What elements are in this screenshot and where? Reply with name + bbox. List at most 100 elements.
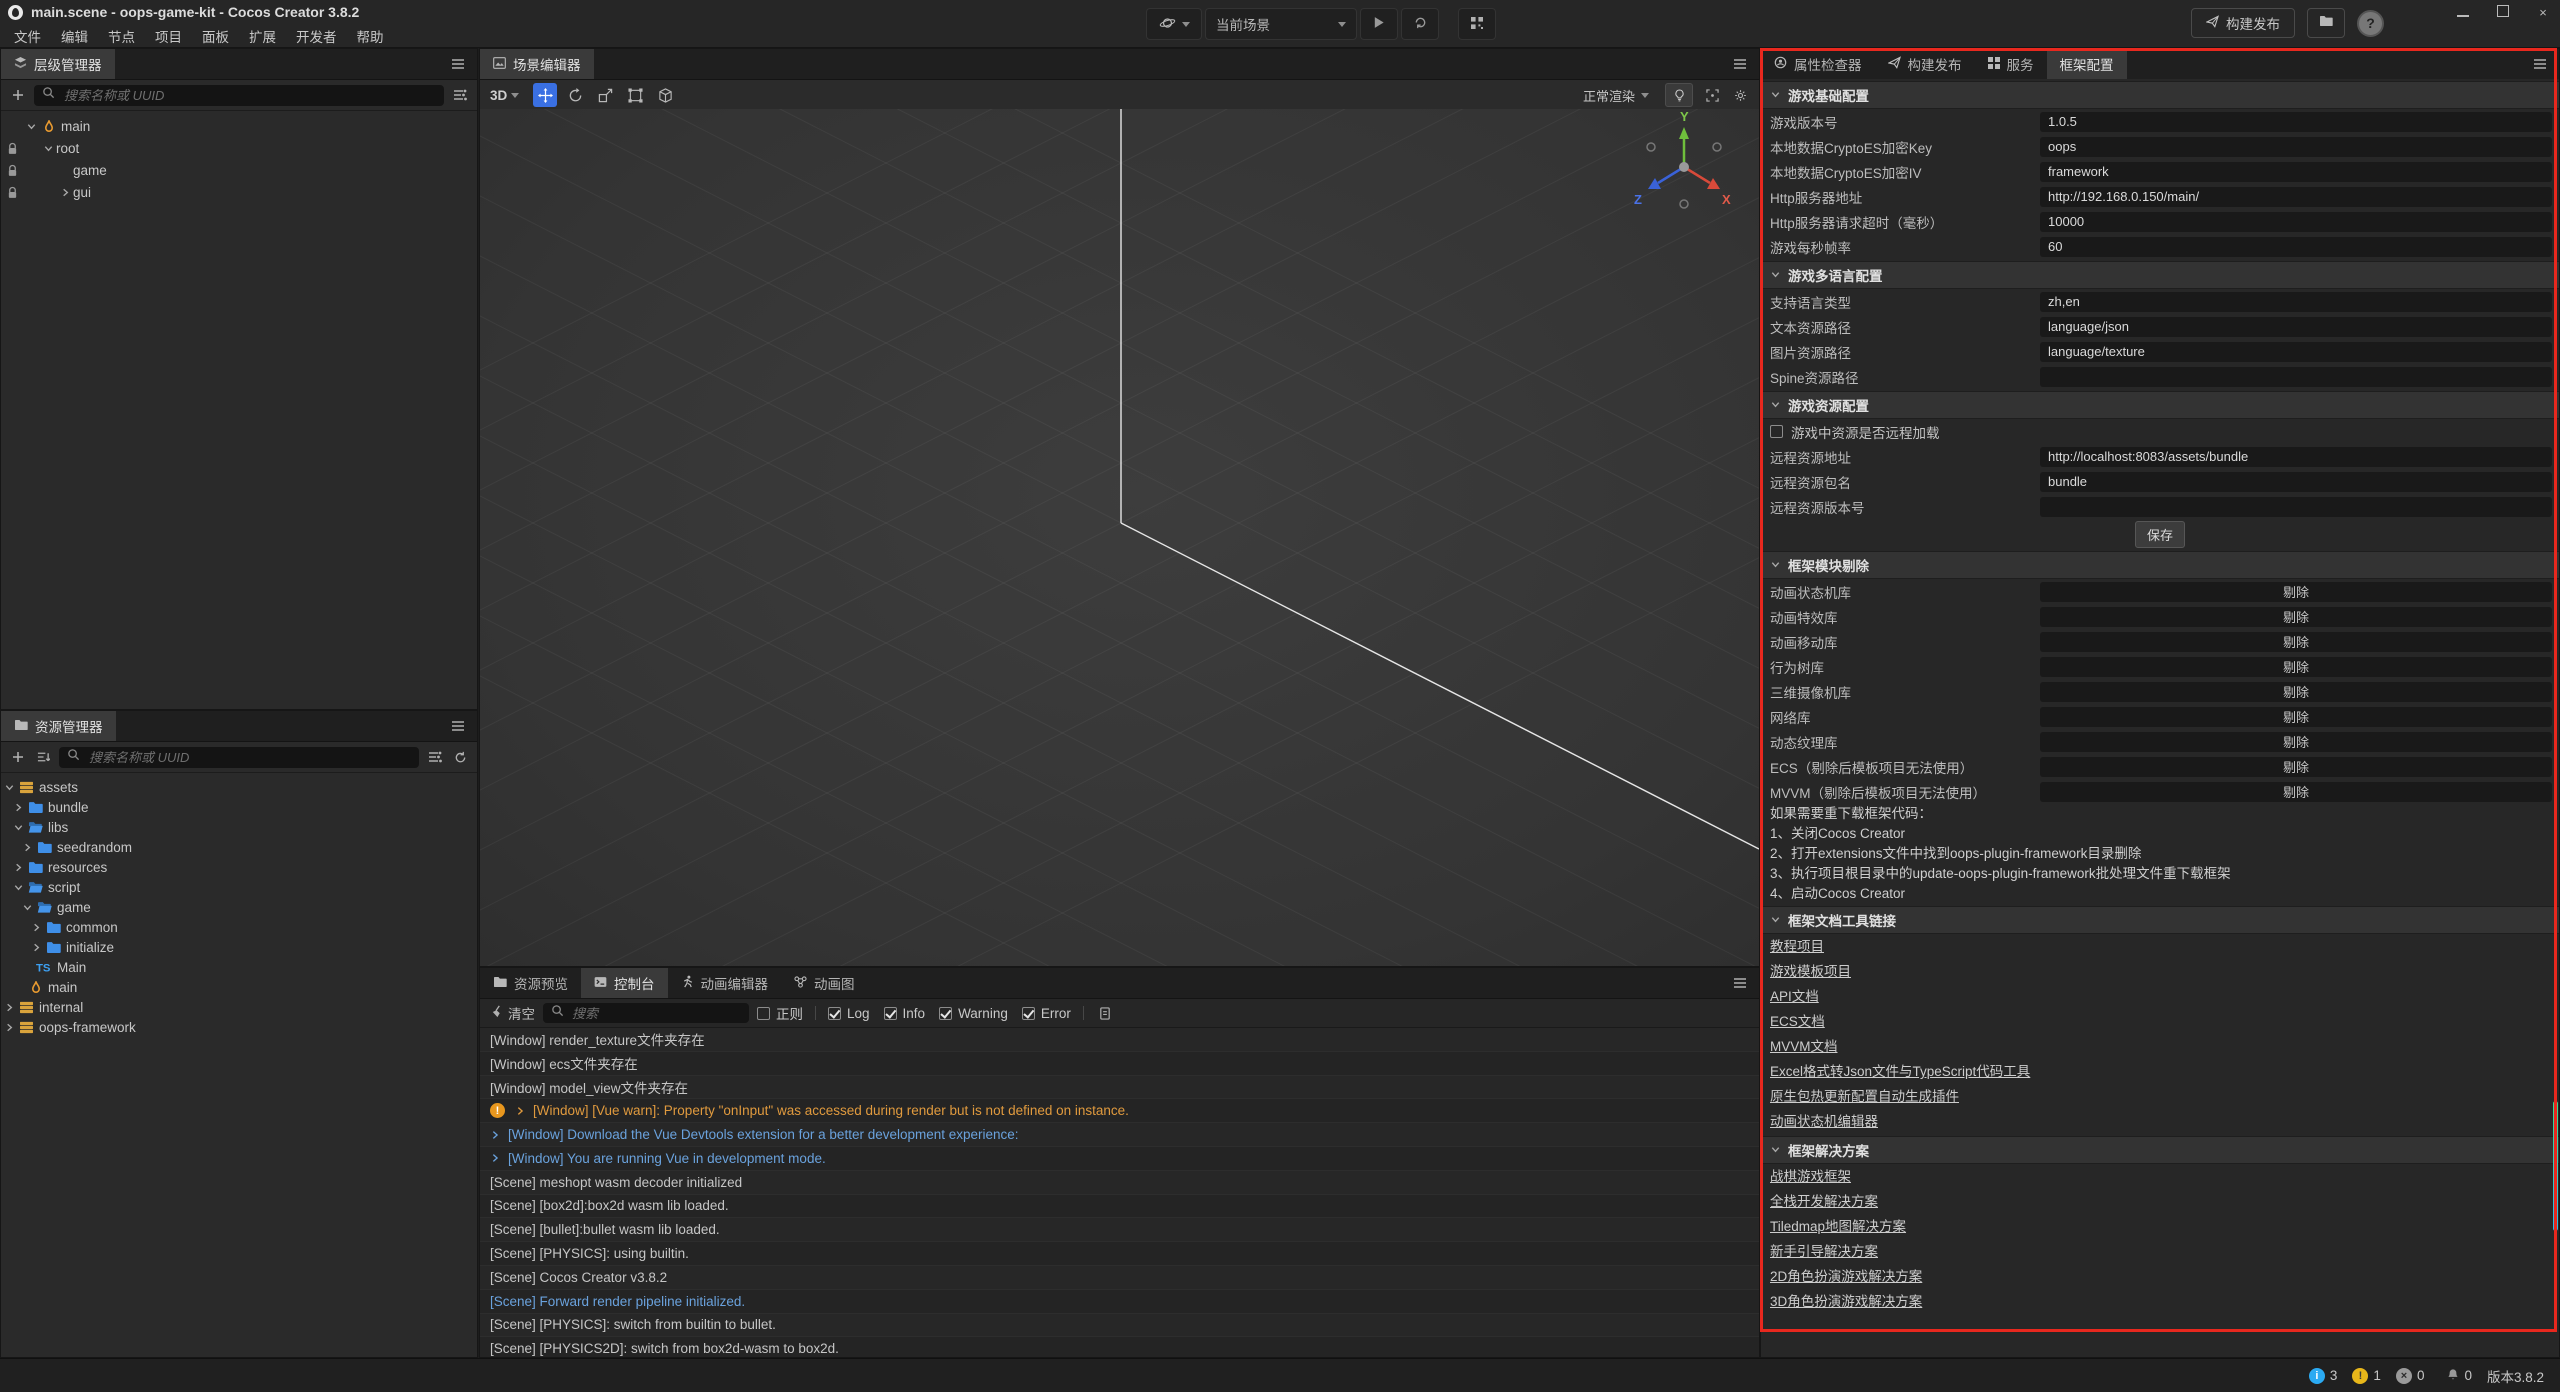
doc-link[interactable]: Tiledmap地图解决方案 xyxy=(1761,1214,1906,1239)
log-entry[interactable]: [Scene] meshopt wasm decoder initialized xyxy=(480,1171,1759,1195)
remove-module-button[interactable]: 剔除 xyxy=(2040,782,2552,802)
panel-menu-icon[interactable] xyxy=(449,716,467,736)
asset-node-libs[interactable]: libs xyxy=(1,817,477,837)
chevron-right-icon[interactable] xyxy=(10,862,26,873)
log-entry[interactable]: [Scene] [PHYSICS]: using builtin. xyxy=(480,1242,1759,1266)
field-input[interactable] xyxy=(2040,472,2552,492)
filter-checkbox-Error[interactable]: Error xyxy=(1022,1006,1071,1021)
rotate-tool-button[interactable] xyxy=(563,83,587,107)
field-input[interactable] xyxy=(2040,447,2552,467)
log-entry[interactable]: ![Window] [Vue warn]: Property "onInput"… xyxy=(480,1099,1759,1123)
panel-menu-icon[interactable] xyxy=(1731,973,1749,993)
assets-search-input[interactable] xyxy=(87,749,411,766)
panel-menu-icon[interactable] xyxy=(449,54,467,74)
field-input[interactable] xyxy=(2040,162,2552,182)
info-count-badge[interactable]: i 3 xyxy=(2309,1368,2338,1384)
notification-badge[interactable]: 0 xyxy=(2447,1368,2472,1384)
refresh-assets-icon[interactable] xyxy=(451,747,469,767)
lock-icon[interactable] xyxy=(1,142,23,155)
chevron-down-icon[interactable] xyxy=(10,882,26,893)
chevron-right-icon[interactable] xyxy=(490,1130,500,1140)
remove-module-button[interactable]: 剔除 xyxy=(2040,657,2552,677)
menu-item[interactable]: 项目 xyxy=(145,26,192,46)
menu-item[interactable]: 帮助 xyxy=(347,26,394,46)
section-header[interactable]: 框架解决方案 xyxy=(1761,1136,2559,1164)
scene-settings-icon[interactable] xyxy=(1731,85,1749,105)
hierarchy-node-gui[interactable]: gui xyxy=(1,181,477,203)
console-search[interactable] xyxy=(543,1003,749,1023)
projection-toggle[interactable]: 3D xyxy=(490,88,519,103)
remove-module-button[interactable]: 剔除 xyxy=(2040,607,2552,627)
field-input[interactable] xyxy=(2040,317,2552,337)
hierarchy-node-game[interactable]: game xyxy=(1,159,477,181)
chevron-down-icon[interactable] xyxy=(23,121,39,132)
minimize-button[interactable] xyxy=(2456,5,2470,20)
panel-menu-icon[interactable] xyxy=(1731,54,1749,74)
tab-控制台[interactable]: 控制台 xyxy=(581,968,668,998)
asset-node-main[interactable]: main xyxy=(1,977,477,997)
menu-item[interactable]: 节点 xyxy=(98,26,145,46)
scene-light-toggle[interactable] xyxy=(1665,83,1693,107)
asset-node-bundle[interactable]: bundle xyxy=(1,797,477,817)
log-entry[interactable]: [Scene] Forward render pipeline initiali… xyxy=(480,1290,1759,1314)
doc-link[interactable]: 游戏模板项目 xyxy=(1761,959,1851,984)
hierarchy-search-input[interactable] xyxy=(62,87,436,104)
field-input[interactable] xyxy=(2040,137,2552,157)
preview-target-button[interactable] xyxy=(1146,8,1202,40)
menu-item[interactable]: 编辑 xyxy=(51,26,98,46)
asset-node-seedrandom[interactable]: seedrandom xyxy=(1,837,477,857)
warning-count-badge[interactable]: ! 1 xyxy=(2352,1368,2381,1384)
log-entry[interactable]: [Window] render_texture文件夹存在 xyxy=(480,1028,1759,1052)
preview-scene-select[interactable]: 当前场景 xyxy=(1205,8,1357,40)
chevron-down-icon[interactable] xyxy=(40,143,56,154)
remote-load-checkbox[interactable]: 游戏中资源是否远程加载 xyxy=(1761,419,2559,444)
chevron-right-icon[interactable] xyxy=(490,1153,500,1163)
section-header[interactable]: 游戏多语言配置 xyxy=(1761,261,2559,289)
tab-服务[interactable]: 服务 xyxy=(1975,49,2047,79)
tab-属性检查器[interactable]: 属性检查器 xyxy=(1761,49,1875,79)
menu-item[interactable]: 扩展 xyxy=(239,26,286,46)
menu-item[interactable]: 面板 xyxy=(192,26,239,46)
field-input[interactable] xyxy=(2040,212,2552,232)
close-button[interactable]: × xyxy=(2536,5,2550,20)
asset-node-assets[interactable]: assets xyxy=(1,777,477,797)
field-input[interactable] xyxy=(2040,342,2552,362)
clear-console-button[interactable]: 清空 xyxy=(490,1003,535,1023)
scrollbar-thumb[interactable] xyxy=(2553,1101,2558,1231)
section-header[interactable]: 游戏资源配置 xyxy=(1761,391,2559,419)
doc-link[interactable]: 动画状态机编辑器 xyxy=(1761,1109,1878,1134)
tab-动画编辑器[interactable]: 动画编辑器 xyxy=(668,968,782,998)
chevron-down-icon[interactable] xyxy=(1,782,17,793)
tab-hierarchy[interactable]: 层级管理器 xyxy=(1,49,115,79)
tab-动画图[interactable]: 动画图 xyxy=(781,968,868,998)
help-button[interactable]: ? xyxy=(2357,10,2384,37)
log-entry[interactable]: [Window] You are running Vue in developm… xyxy=(480,1147,1759,1171)
lock-icon[interactable] xyxy=(1,164,23,177)
doc-link[interactable]: 原生包热更新配置自动生成插件 xyxy=(1761,1084,1959,1109)
error-count-badge[interactable]: × 0 xyxy=(2396,1368,2425,1384)
assets-search[interactable] xyxy=(59,747,419,768)
create-node-button[interactable] xyxy=(9,85,27,105)
chevron-right-icon[interactable] xyxy=(28,922,44,933)
asset-node-internal[interactable]: internal xyxy=(1,997,477,1017)
doc-link[interactable]: Excel格式转Json文件与TypeScript代码工具 xyxy=(1761,1059,2030,1084)
build-publish-button[interactable]: 构建发布 xyxy=(2191,8,2295,38)
tab-assets[interactable]: 资源管理器 xyxy=(1,711,116,741)
doc-link[interactable]: 全栈开发解决方案 xyxy=(1761,1189,1878,1214)
log-entry[interactable]: [Scene] [PHYSICS2D]: switch from box2d-w… xyxy=(480,1337,1759,1358)
tab-构建发布[interactable]: 构建发布 xyxy=(1875,49,1975,79)
log-entry[interactable]: [Window] Download the Vue Devtools exten… xyxy=(480,1123,1759,1147)
chevron-down-icon[interactable] xyxy=(10,822,26,833)
section-header[interactable]: 框架模块剔除 xyxy=(1761,551,2559,579)
log-entry[interactable]: [Scene] [box2d]:box2d wasm lib loaded. xyxy=(480,1195,1759,1219)
field-input[interactable] xyxy=(2040,187,2552,207)
filter-checkbox-Log[interactable]: Log xyxy=(828,1006,870,1021)
asset-node-resources[interactable]: resources xyxy=(1,857,477,877)
log-entry[interactable]: [Window] ecs文件夹存在 xyxy=(480,1052,1759,1076)
filter-icon[interactable] xyxy=(426,747,444,767)
section-header[interactable]: 游戏基础配置 xyxy=(1761,81,2559,109)
regex-checkbox[interactable]: 正则 xyxy=(757,1003,803,1023)
create-asset-button[interactable] xyxy=(9,747,27,767)
chevron-right-icon[interactable] xyxy=(1,1002,17,1013)
doc-link[interactable]: ECS文档 xyxy=(1761,1009,1825,1034)
